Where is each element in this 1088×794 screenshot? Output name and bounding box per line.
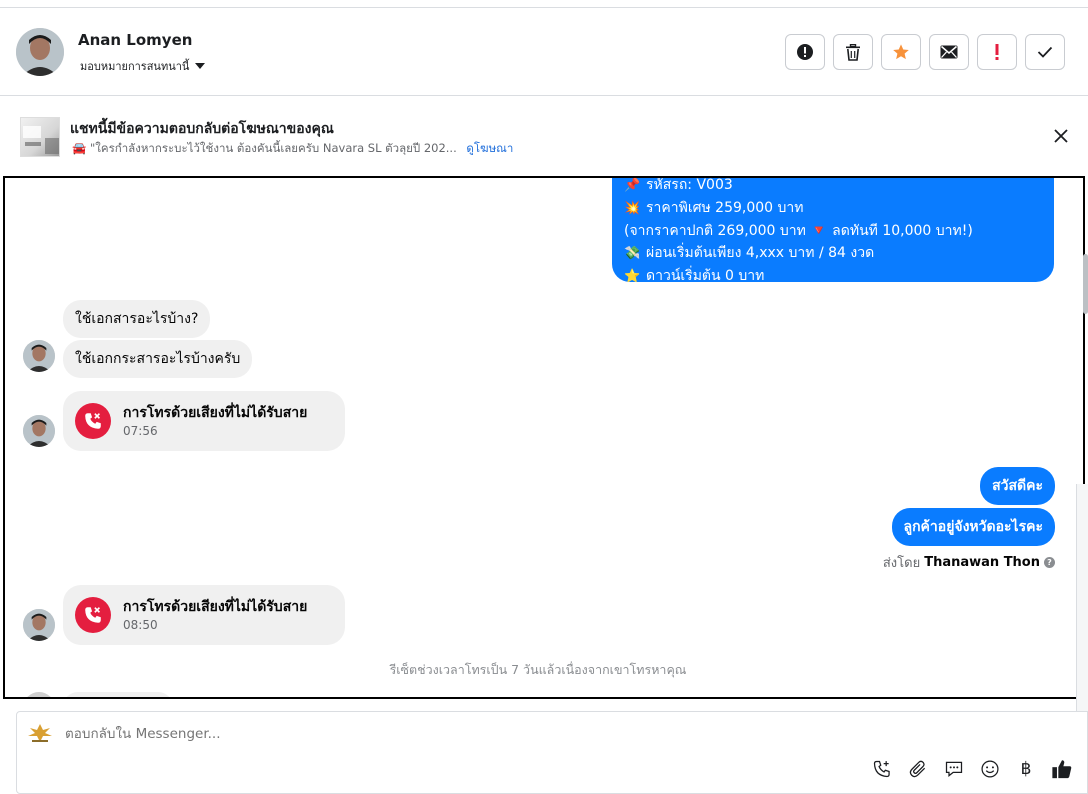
outgoing-promo-message[interactable]: 📌 รหัสรถ: V003 💥 ราคาพิเศษ 259,000 บาท (จา…	[612, 177, 1054, 284]
incoming-message[interactable]: ใช้เอกสารอะไรบ้าง?	[63, 300, 211, 338]
trash-icon	[846, 43, 860, 61]
close-banner-button[interactable]	[1052, 127, 1070, 145]
star-emoji: ⭐	[624, 269, 641, 284]
ad-snippet: 🚘 "ใครกำลังหากระบะไว้ใช้งาน ต้องคันนี้เล…	[72, 141, 457, 155]
missed-call-time: 08:50	[123, 618, 158, 632]
header-actions	[785, 34, 1065, 70]
incoming-message[interactable]	[63, 692, 173, 697]
pin-emoji: 📌	[624, 178, 641, 193]
collision-emoji: 💥	[624, 201, 641, 216]
sender-name: Thanawan Thon	[924, 555, 1040, 570]
promo-line: ⭐ ดาวน์เริ่มต้น 0 บาท	[624, 265, 1042, 288]
promo-line: 💸 ผ่อนเริ่มต้นเพียง 4,xxx บาท / 84 งวด	[624, 242, 1042, 265]
mark-done-button[interactable]	[1025, 34, 1065, 70]
message-composer: ฿	[16, 711, 1088, 794]
mark-unread-button[interactable]	[929, 34, 969, 70]
help-icon[interactable]: ?	[1044, 557, 1055, 568]
promo-line: 📌 รหัสรถ: V003	[624, 177, 1042, 197]
star-icon	[893, 44, 909, 60]
report-icon	[797, 44, 813, 60]
promo-line-text: ดาวน์เริ่มต้น 0 บาท	[646, 268, 765, 284]
money-emoji: 💸	[624, 246, 641, 261]
assign-label: มอบหมายการสนทนานี้	[80, 60, 190, 73]
scrollbar[interactable]	[1083, 254, 1088, 314]
outgoing-message[interactable]: ลูกค้าอยู่จังหวัดอะไรคะ	[891, 508, 1055, 546]
incoming-message[interactable]: ใช้เอกกระสารอะไรบ้างครับ	[63, 340, 253, 378]
banner-subtitle: 🚘 "ใครกำลังหากระบะไว้ใช้งาน ต้องคันนี้เล…	[72, 140, 513, 158]
emoji-icon	[981, 760, 999, 778]
promo-line-text: (จากราคาปกติ 269,000 บาท 🔻 ลดทันที 10,00…	[624, 223, 973, 239]
saved-replies-button[interactable]	[943, 758, 965, 780]
ad-thumbnail[interactable]	[20, 117, 60, 157]
attach-button[interactable]	[907, 758, 929, 780]
missed-call-message[interactable]: การโทรด้วยเสียงที่ไม่ได้รับสาย 08:50	[63, 585, 345, 645]
contact-name[interactable]: Anan Lomyen	[78, 31, 192, 49]
like-button[interactable]	[1051, 758, 1073, 780]
outgoing-message[interactable]: สวัสดีคะ	[980, 467, 1055, 505]
missed-call-title: การโทรด้วยเสียงที่ไม่ได้รับสาย	[123, 599, 308, 615]
reply-input[interactable]	[65, 726, 765, 742]
missed-call-time: 07:56	[123, 424, 158, 438]
baht-icon: ฿	[1020, 759, 1032, 779]
contact-avatar-small[interactable]	[23, 692, 55, 697]
contact-avatar[interactable]	[16, 28, 64, 76]
conversation-header: Anan Lomyen มอบหมายการสนทนานี้	[0, 8, 1088, 96]
contact-avatar-small[interactable]	[23, 340, 55, 372]
contact-avatar-small[interactable]	[23, 415, 55, 447]
attach-icon	[909, 760, 926, 778]
sent-by-label: ส่งโดย Thanawan Thon ?	[883, 552, 1055, 573]
system-notice: รีเซ็ตช่วงเวลาโทรเป็น 7 วันแล้วเนื่องจาก…	[389, 662, 687, 677]
sent-by-prefix: ส่งโดย	[882, 556, 921, 571]
call-add-icon	[873, 760, 890, 778]
promo-line-text: ผ่อนเริ่มต้นเพียง 4,xxx บาท / 84 งวด	[646, 245, 875, 261]
star-button[interactable]	[881, 34, 921, 70]
close-icon	[1054, 129, 1068, 143]
mark-important-button[interactable]	[977, 34, 1017, 70]
message-thread[interactable]: 📌 รหัสรถ: V003 💥 ราคาพิเศษ 259,000 บาท (จา…	[3, 176, 1085, 699]
ad-reply-banner: แชทนี้มีข้อความตอบกลับต่อโฆษณาของคุณ 🚘 "…	[0, 97, 1088, 175]
saved-reply-icon	[945, 761, 963, 777]
promo-line: 💥 ราคาพิเศษ 259,000 บาท	[624, 197, 1042, 220]
payment-button[interactable]: ฿	[1015, 758, 1037, 780]
delete-button[interactable]	[833, 34, 873, 70]
chevron-down-icon	[195, 63, 206, 69]
mail-icon	[940, 45, 958, 59]
emoji-button[interactable]	[979, 758, 1001, 780]
check-icon	[1037, 46, 1053, 58]
like-icon	[1052, 760, 1072, 779]
important-icon	[995, 44, 999, 60]
promo-line-text: ราคาพิเศษ 259,000 บาท	[646, 200, 804, 216]
composer-toolbar: ฿	[871, 758, 1073, 780]
missed-call-message[interactable]: การโทรด้วยเสียงที่ไม่ได้รับสาย 07:56	[63, 391, 345, 451]
report-button[interactable]	[785, 34, 825, 70]
promo-line: (จากราคาปกติ 269,000 บาท 🔻 ลดทันที 10,00…	[624, 220, 1042, 242]
missed-call-icon	[75, 597, 111, 633]
missed-call-title: การโทรด้วยเสียงที่ไม่ได้รับสาย	[123, 405, 308, 421]
page-logo	[27, 722, 53, 744]
contact-avatar-small[interactable]	[23, 609, 55, 641]
banner-title: แชทนี้มีข้อความตอบกลับต่อโฆษณาของคุณ	[70, 121, 334, 137]
assign-conversation-dropdown[interactable]: มอบหมายการสนทนานี้	[80, 57, 206, 75]
view-ad-link[interactable]: ดูโฆษณา	[466, 141, 513, 155]
missed-call-icon	[75, 403, 111, 439]
call-add-button[interactable]	[871, 758, 893, 780]
promo-line-text: รหัสรถ: V003	[646, 177, 733, 193]
